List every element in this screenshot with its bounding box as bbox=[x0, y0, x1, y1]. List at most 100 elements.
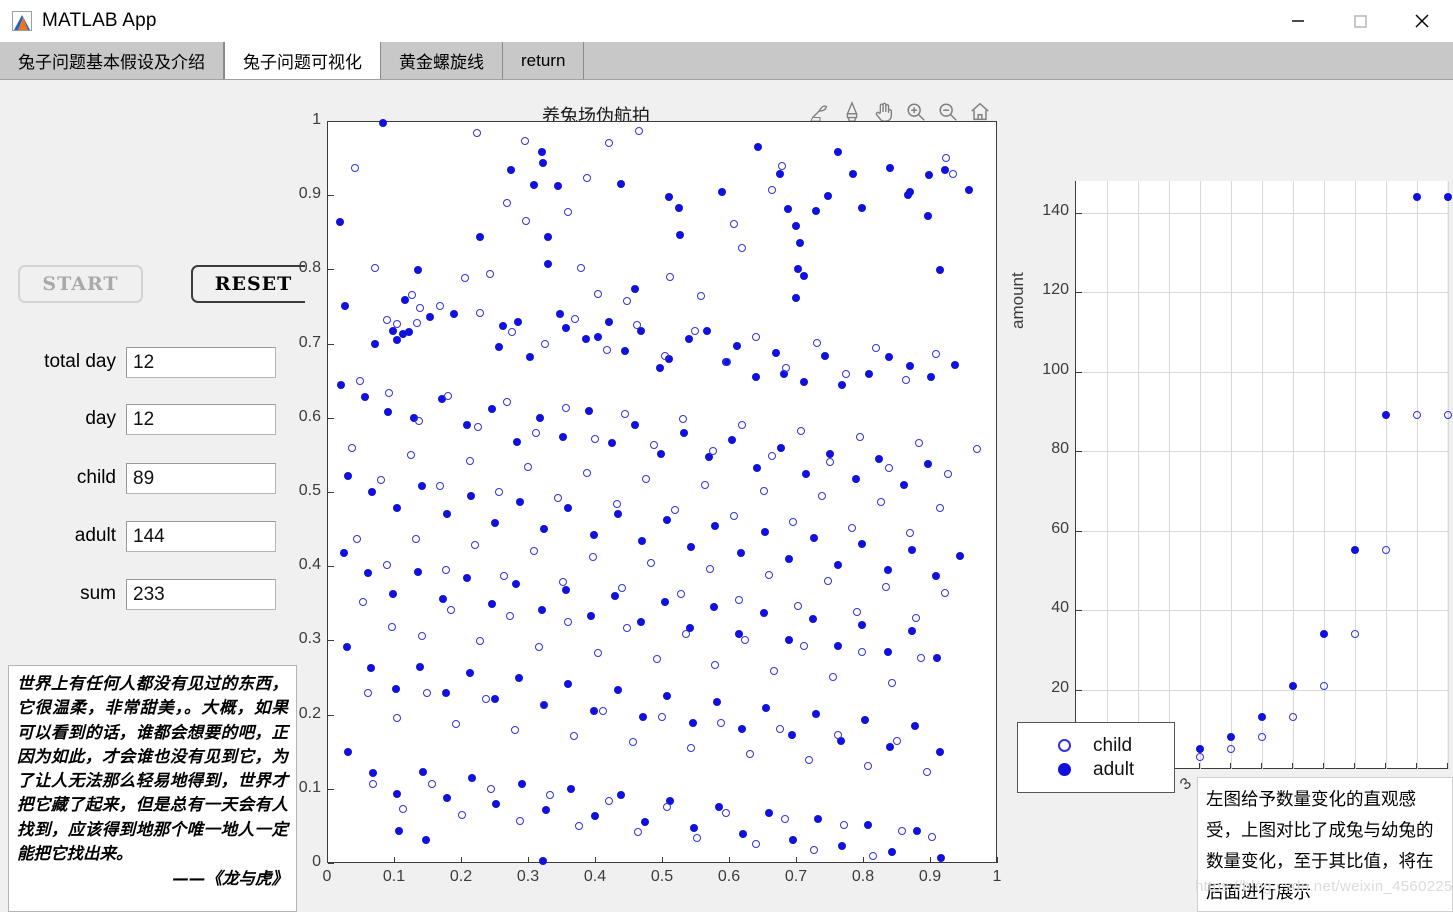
scatter-point-child bbox=[364, 689, 373, 698]
scatter-point-adult bbox=[344, 471, 353, 480]
scatter-point-adult bbox=[687, 542, 696, 551]
scatter-point-child bbox=[794, 601, 803, 610]
scatter-point-adult bbox=[559, 432, 568, 441]
close-button[interactable] bbox=[1391, 0, 1453, 42]
scatter-point-adult bbox=[413, 567, 422, 576]
scatter-point-child bbox=[503, 397, 512, 406]
scatter-point-child bbox=[529, 547, 538, 556]
tab-visualization[interactable]: 兔子问题可视化 bbox=[224, 42, 381, 79]
scatter-point-adult bbox=[587, 612, 596, 621]
minimize-button[interactable] bbox=[1267, 0, 1329, 42]
scatter-point-adult bbox=[613, 686, 622, 695]
scatter-ytick: 0.2 bbox=[298, 704, 321, 722]
scatter-point-adult bbox=[718, 188, 727, 197]
scatter-point-child bbox=[901, 375, 910, 384]
scatter-axes[interactable] bbox=[327, 119, 997, 865]
scatter-point-adult bbox=[801, 469, 810, 478]
scatter-point-child bbox=[692, 834, 701, 843]
scatter-ytick-mark bbox=[328, 417, 334, 419]
scatter-point-adult bbox=[935, 748, 944, 757]
amount-point-child bbox=[1227, 745, 1235, 754]
amount-gridline-v bbox=[1324, 181, 1325, 769]
scatter-point-adult bbox=[340, 548, 349, 557]
scatter-point-child bbox=[635, 126, 644, 135]
scatter-point-adult bbox=[883, 566, 892, 575]
amount-ytick: 20 bbox=[1051, 678, 1069, 696]
scatter-point-child bbox=[911, 613, 920, 622]
scatter-point-child bbox=[521, 136, 530, 145]
scatter-point-child bbox=[564, 208, 573, 217]
scatter-point-child bbox=[663, 803, 672, 812]
scatter-point-child bbox=[356, 377, 365, 385]
scatter-point-adult bbox=[811, 710, 820, 718]
legend-item-child: child bbox=[1058, 735, 1174, 757]
start-button[interactable]: START bbox=[18, 265, 143, 303]
tab-assumptions[interactable]: 兔子问题基本假设及介绍 bbox=[0, 42, 224, 79]
scatter-point-child bbox=[569, 732, 578, 741]
scatter-point-child bbox=[388, 622, 397, 631]
field-child: child 89 bbox=[0, 462, 290, 494]
scatter-point-child bbox=[863, 761, 872, 770]
amount-gridline-v bbox=[1231, 181, 1232, 769]
scatter-point-adult bbox=[414, 266, 423, 274]
input-total-day[interactable]: 12 bbox=[126, 346, 276, 378]
scatter-point-child bbox=[603, 345, 612, 354]
scatter-point-adult bbox=[567, 785, 576, 794]
scatter-point-adult bbox=[899, 480, 908, 489]
scatter-point-adult bbox=[540, 525, 549, 533]
scatter-point-adult bbox=[791, 294, 800, 303]
input-child[interactable]: 89 bbox=[126, 462, 276, 494]
scatter-point-adult bbox=[468, 773, 477, 782]
amount-point-adult bbox=[1320, 629, 1328, 638]
scatter-point-child bbox=[730, 511, 739, 520]
chart-legend: child adult bbox=[1017, 722, 1175, 793]
scatter-point-child bbox=[682, 630, 691, 639]
scatter-ytick-mark bbox=[328, 640, 334, 642]
scatter-ytick: 0.7 bbox=[298, 333, 321, 351]
amount-axes[interactable] bbox=[1072, 181, 1452, 773]
scatter-point-adult bbox=[674, 203, 683, 212]
quote-attribution: ——《龙与虎》 bbox=[172, 869, 289, 889]
scatter-point-adult bbox=[752, 464, 761, 473]
scatter-point-adult bbox=[907, 627, 916, 636]
scatter-point-adult bbox=[760, 527, 769, 536]
scatter-point-child bbox=[583, 468, 592, 477]
scatter-point-child bbox=[604, 797, 613, 806]
scatter-point-child bbox=[436, 301, 445, 310]
scatter-ytick: 0.3 bbox=[298, 630, 321, 648]
maximize-button[interactable] bbox=[1329, 0, 1391, 42]
scatter-point-adult bbox=[814, 815, 823, 824]
scatter-point-child bbox=[841, 369, 850, 378]
tab-return[interactable]: return bbox=[503, 42, 585, 79]
scatter-point-child bbox=[457, 810, 466, 819]
scatter-point-child bbox=[348, 443, 357, 452]
scatter-point-adult bbox=[762, 704, 771, 713]
title-bar: MATLAB App bbox=[0, 0, 1453, 42]
scatter-point-adult bbox=[589, 530, 598, 539]
scatter-point-child bbox=[576, 263, 585, 272]
scatter-point-adult bbox=[631, 421, 640, 430]
scatter-point-child bbox=[735, 596, 744, 605]
scatter-point-child bbox=[869, 852, 878, 861]
scatter-point-adult bbox=[529, 180, 538, 189]
scatter-point-adult bbox=[710, 603, 719, 612]
amount-xtick-mark bbox=[1261, 763, 1262, 769]
input-sum[interactable]: 233 bbox=[126, 578, 276, 610]
scatter-point-adult bbox=[663, 692, 672, 701]
scatter-point-child bbox=[541, 340, 550, 348]
scatter-point-adult bbox=[858, 621, 867, 630]
scatter-xtick: 0.7 bbox=[784, 868, 808, 885]
scatter-ytick-mark bbox=[328, 195, 334, 197]
tab-golden-spiral[interactable]: 黄金螺旋线 bbox=[381, 42, 503, 79]
scatter-point-adult bbox=[712, 698, 721, 707]
input-adult[interactable]: 144 bbox=[126, 520, 276, 552]
scatter-point-child bbox=[641, 474, 650, 483]
scatter-point-adult bbox=[342, 643, 351, 652]
scatter-point-adult bbox=[539, 856, 548, 865]
scatter-ytick-mark bbox=[328, 492, 334, 493]
amount-gridline-v bbox=[1262, 181, 1263, 769]
input-day[interactable]: 12 bbox=[126, 403, 276, 435]
scatter-point-adult bbox=[933, 653, 942, 662]
open-circle-icon bbox=[1058, 739, 1071, 752]
amount-point-adult bbox=[1258, 713, 1266, 722]
